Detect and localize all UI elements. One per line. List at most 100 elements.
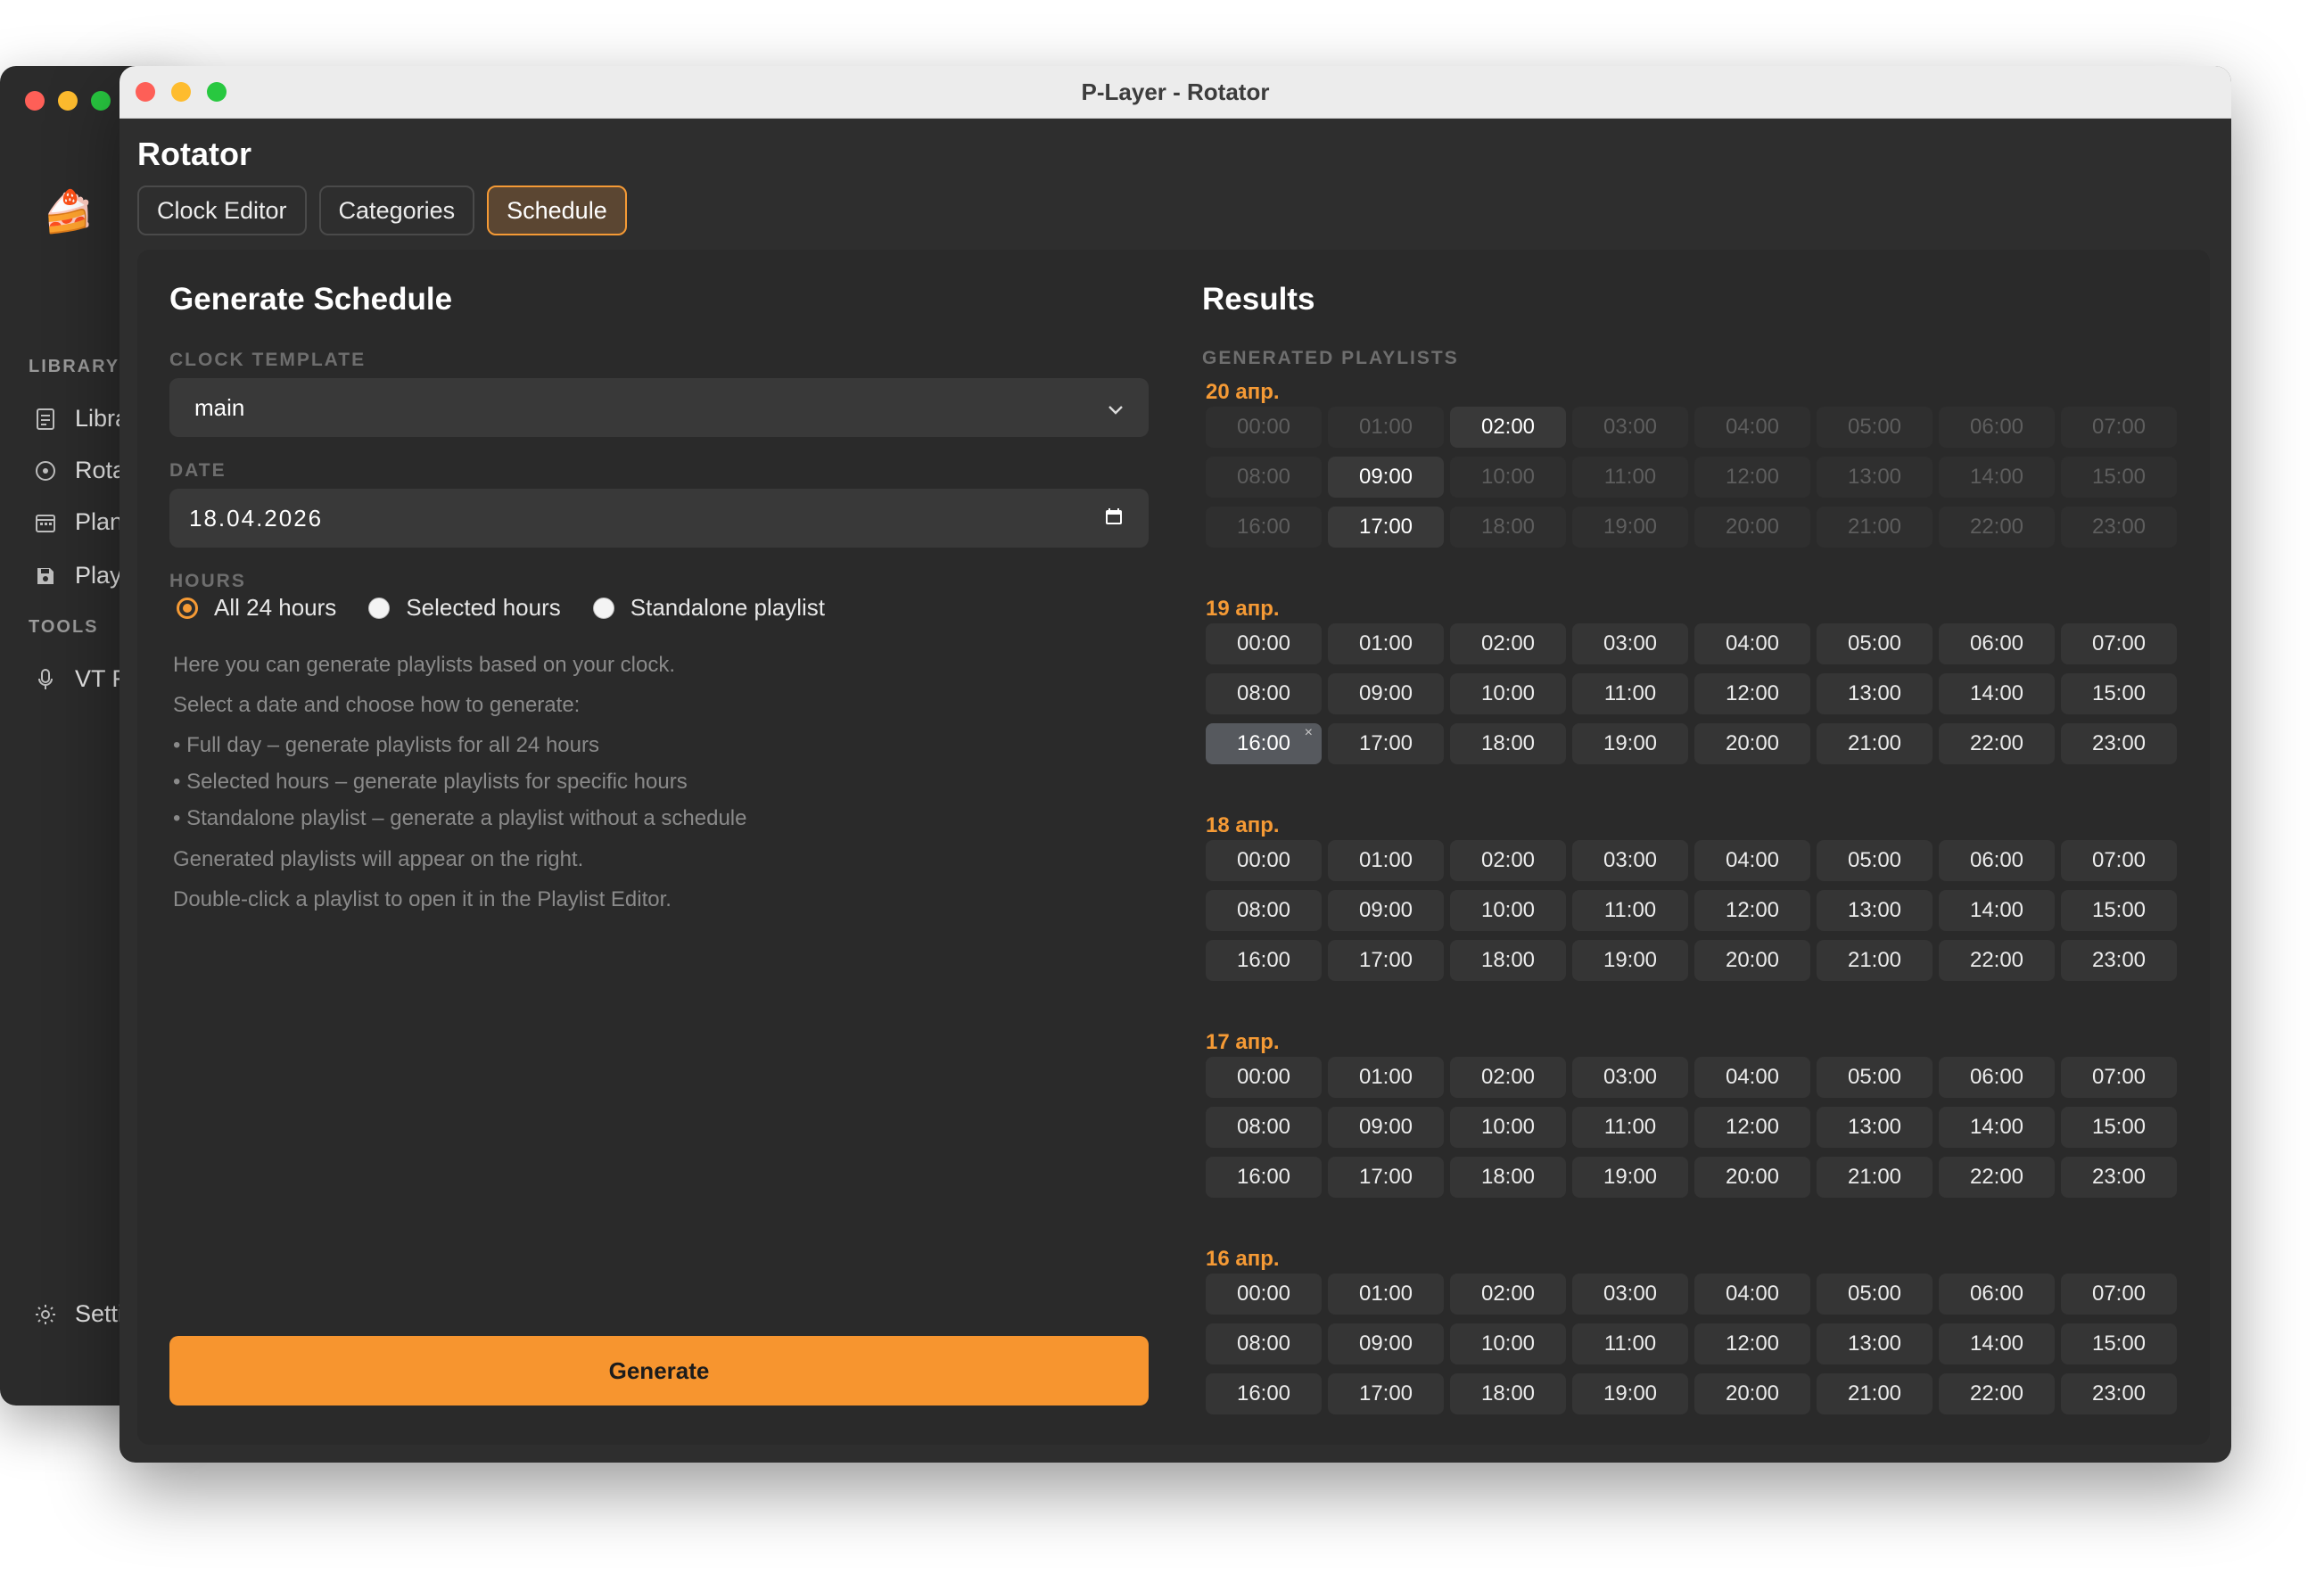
playlist-slot[interactable]: 05:00 (1817, 840, 1933, 881)
playlist-slot[interactable]: 06:00 (1939, 840, 2055, 881)
playlist-slot[interactable]: 04:00 (1694, 1274, 1810, 1315)
generate-button[interactable]: Generate (169, 1336, 1149, 1406)
playlist-slot[interactable]: 09:00 (1328, 457, 1444, 498)
playlist-slot[interactable]: 09:00 (1328, 1323, 1444, 1364)
tab-categories[interactable]: Categories (318, 185, 475, 235)
playlist-slot[interactable]: 19:00 (1572, 940, 1688, 981)
playlist-slot[interactable]: 16:00 (1206, 940, 1322, 981)
playlist-slot[interactable]: 07:00 (2061, 1274, 2177, 1315)
playlist-slot[interactable]: 22:00 (1939, 1157, 2055, 1198)
playlist-slot[interactable]: 16:00 (1206, 1373, 1322, 1414)
playlist-slot[interactable]: 01:00 (1328, 1057, 1444, 1098)
playlist-slot[interactable]: 15:00 (2061, 890, 2177, 931)
playlist-slot[interactable]: 16:00 (1206, 1157, 1322, 1198)
playlist-slot[interactable]: 11:00 (1572, 1323, 1688, 1364)
playlist-slot[interactable]: 13:00 (1817, 1107, 1933, 1148)
tab-schedule[interactable]: Schedule (487, 185, 627, 235)
playlist-slot[interactable]: 08:00 (1206, 1107, 1322, 1148)
date-field[interactable]: 18.04.2026 (169, 489, 1149, 548)
radio-all-24-hours[interactable]: All 24 hours (177, 594, 336, 622)
playlist-slot[interactable]: 08:00 (1206, 890, 1322, 931)
playlist-slot[interactable]: 01:00 (1328, 840, 1444, 881)
playlist-slot[interactable]: 00:00 (1206, 1057, 1322, 1098)
sidebar-item-settings[interactable]: Setti (34, 1300, 123, 1328)
playlist-slot[interactable]: 09:00 (1328, 890, 1444, 931)
playlist-slot[interactable]: 11:00 (1572, 1107, 1688, 1148)
playlist-slot[interactable]: 06:00 (1939, 1057, 2055, 1098)
playlist-slot[interactable]: 05:00 (1817, 623, 1933, 664)
playlist-slot[interactable]: 09:00 (1328, 1107, 1444, 1148)
radio-selected-hours[interactable]: Selected hours (368, 594, 561, 622)
playlist-slot[interactable]: 13:00 (1817, 1323, 1933, 1364)
playlist-slot[interactable]: 23:00 (2061, 1157, 2177, 1198)
playlist-slot[interactable]: 15:00 (2061, 1323, 2177, 1364)
playlist-slot[interactable]: 22:00 (1939, 723, 2055, 764)
playlist-slot[interactable]: 03:00 (1572, 623, 1688, 664)
title-bar[interactable]: P-Layer - Rotator (119, 66, 2231, 119)
playlist-slot[interactable]: 07:00 (2061, 840, 2177, 881)
playlist-slot[interactable]: 19:00 (1572, 1373, 1688, 1414)
playlist-slot[interactable]: 02:00 (1450, 407, 1566, 448)
playlist-slot[interactable]: 17:00 (1328, 1157, 1444, 1198)
playlist-slot[interactable]: 15:00 (2061, 1107, 2177, 1148)
playlist-slot[interactable]: 21:00 (1817, 723, 1933, 764)
playlist-slot[interactable]: 00:00 (1206, 840, 1322, 881)
playlist-slot[interactable]: 14:00 (1939, 1107, 2055, 1148)
playlist-slot[interactable]: 05:00 (1817, 1274, 1933, 1315)
playlist-slot[interactable]: 02:00 (1450, 1057, 1566, 1098)
playlist-slot[interactable]: 17:00 (1328, 723, 1444, 764)
playlist-slot[interactable]: 21:00 (1817, 940, 1933, 981)
radio-button[interactable] (368, 597, 391, 619)
playlist-slot[interactable]: 13:00 (1817, 673, 1933, 714)
playlist-slot[interactable]: 02:00 (1450, 840, 1566, 881)
playlist-slot[interactable]: 10:00 (1450, 890, 1566, 931)
playlist-slot[interactable]: 01:00 (1328, 1274, 1444, 1315)
playlist-slot[interactable]: 03:00 (1572, 1274, 1688, 1315)
playlist-slot[interactable]: 21:00 (1817, 1373, 1933, 1414)
playlist-slot[interactable]: 05:00 (1817, 1057, 1933, 1098)
radio-standalone-playlist[interactable]: Standalone playlist (592, 594, 825, 622)
playlist-slot[interactable]: 20:00 (1694, 1157, 1810, 1198)
sidebar-item-vt[interactable]: VT F (34, 665, 127, 693)
playlist-slot[interactable]: 07:00 (2061, 1057, 2177, 1098)
playlist-slot[interactable]: 23:00 (2061, 723, 2177, 764)
playlist-slot[interactable]: 12:00 (1694, 890, 1810, 931)
playlist-slot[interactable]: 15:00 (2061, 673, 2177, 714)
sidebar-item-planner[interactable]: Plan (34, 508, 123, 536)
playlist-slot[interactable]: 17:00 (1328, 1373, 1444, 1414)
playlist-slot[interactable]: 12:00 (1694, 1323, 1810, 1364)
playlist-slot[interactable]: 19:00 (1572, 723, 1688, 764)
playlist-slot[interactable]: 10:00 (1450, 1323, 1566, 1364)
playlist-slot[interactable]: 18:00 (1450, 940, 1566, 981)
clock-template-select[interactable]: main (169, 378, 1149, 437)
playlist-slot[interactable]: 06:00 (1939, 623, 2055, 664)
playlist-slot[interactable]: 17:00 (1328, 940, 1444, 981)
playlist-slot[interactable]: 14:00 (1939, 1323, 2055, 1364)
close-icon[interactable] (25, 91, 45, 111)
playlist-slot[interactable]: 23:00 (2061, 940, 2177, 981)
playlist-slot[interactable]: 09:00 (1328, 673, 1444, 714)
playlist-slot[interactable]: 19:00 (1572, 1157, 1688, 1198)
playlist-slot[interactable]: 02:00 (1450, 1274, 1566, 1315)
radio-button[interactable] (592, 597, 614, 619)
sidebar-item-library[interactable]: Libra (34, 405, 128, 433)
playlist-slot[interactable]: 22:00 (1939, 940, 2055, 981)
playlist-slot[interactable]: 20:00 (1694, 1373, 1810, 1414)
playlist-slot[interactable]: 12:00 (1694, 1107, 1810, 1148)
playlist-slot[interactable]: 06:00 (1939, 1274, 2055, 1315)
playlist-slot[interactable]: 22:00 (1939, 1373, 2055, 1414)
playlist-slot[interactable]: 17:00 (1328, 507, 1444, 548)
radio-button[interactable] (177, 597, 198, 619)
playlist-slot[interactable]: 03:00 (1572, 840, 1688, 881)
tab-clock-editor[interactable]: Clock Editor (137, 185, 307, 235)
remove-icon[interactable]: × (1305, 725, 1313, 741)
playlist-slot[interactable]: 14:00 (1939, 890, 2055, 931)
playlist-slot[interactable]: 02:00 (1450, 623, 1566, 664)
playlist-slot[interactable]: 01:00 (1328, 623, 1444, 664)
playlist-slot[interactable]: 11:00 (1572, 890, 1688, 931)
playlist-slot[interactable]: 21:00 (1817, 1157, 1933, 1198)
playlist-slot[interactable]: 08:00 (1206, 673, 1322, 714)
playlist-slot[interactable]: 13:00 (1817, 890, 1933, 931)
playlist-slot[interactable]: 20:00 (1694, 940, 1810, 981)
playlist-slot[interactable]: 04:00 (1694, 623, 1810, 664)
